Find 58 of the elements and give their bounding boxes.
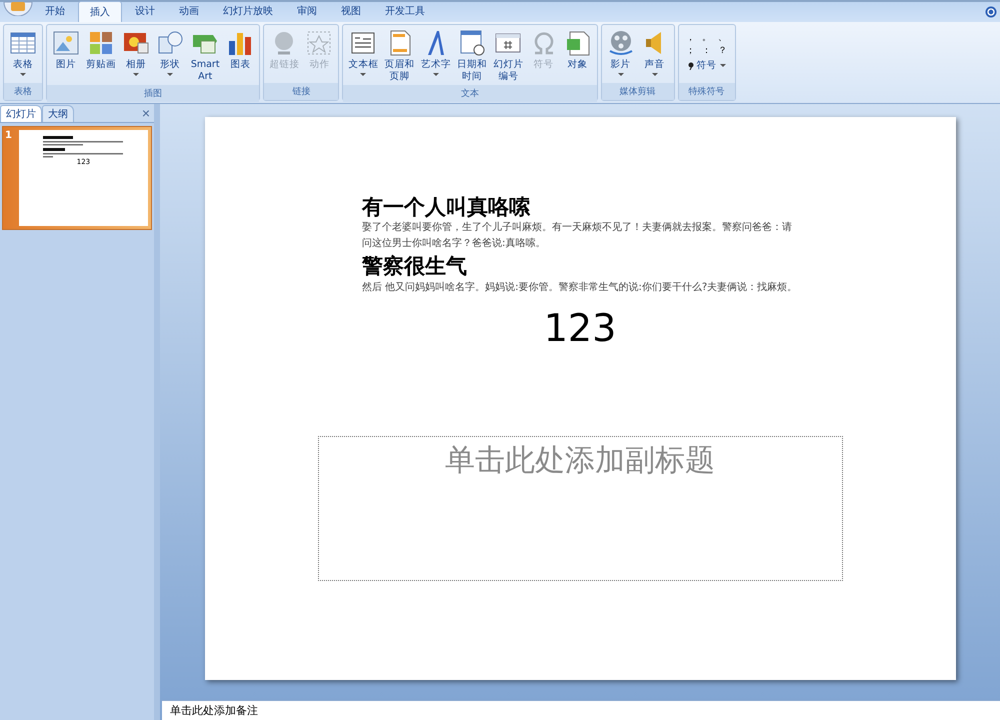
symbol-button[interactable]: 、 <box>714 31 731 44</box>
slide-heading: 有一个人叫真咯嗦 <box>362 193 531 220</box>
picture-icon <box>52 29 80 57</box>
notes-field[interactable]: 单击此处添加备注 <box>162 700 1000 720</box>
symbol-button[interactable]: ； <box>682 44 699 57</box>
panel-tab[interactable]: 大纲 <box>42 104 74 122</box>
comma-icon <box>688 62 694 70</box>
ribbon-button[interactable]: 幻灯片编号 <box>490 27 527 85</box>
ribbon-button[interactable]: 图表 <box>223 27 258 85</box>
ribbon-button[interactable]: 剪贴画 <box>83 27 119 85</box>
symbol-button[interactable]: 。 <box>698 31 715 44</box>
slide-paragraph: 娶了个老婆叫要你管，生了个儿子叫麻烦。有一天麻烦不见了！夫妻俩就去报案。警察问爸爸：请问这位男士你叫啥名字？爸爸说:真咯嗦。 <box>362 220 793 252</box>
symbol-button[interactable]: ？ <box>714 44 731 57</box>
ribbon-button[interactable]: 形状 <box>153 27 187 85</box>
ribbon-tab[interactable]: 动画 <box>168 1 210 22</box>
ribbon-button[interactable]: 声音 <box>638 27 672 83</box>
ribbon-tab[interactable]: 开始 <box>34 1 76 22</box>
group-label: 链接 <box>264 83 338 100</box>
ribbon-button[interactable]: SmartArt <box>187 27 224 85</box>
action-icon <box>305 29 334 57</box>
ribbon-tab[interactable]: 插入 <box>78 1 122 22</box>
slide-number-text: 123 <box>544 306 616 350</box>
caret-icon <box>720 64 726 68</box>
caret-icon <box>133 72 139 77</box>
slide-number: 1 <box>4 130 13 143</box>
ribbon-button[interactable]: 影片 <box>604 27 638 83</box>
caret-icon <box>167 72 173 77</box>
panel-tab[interactable]: 幻灯片 <box>0 104 42 122</box>
ribbon-button[interactable]: 相册 <box>119 27 153 85</box>
ribbon-tab[interactable]: 幻灯片放映 <box>212 1 284 22</box>
ribbon-button[interactable]: 日期和时间 <box>454 27 490 85</box>
caret-icon <box>618 72 624 77</box>
ribbon-button[interactable]: 页眉和页脚 <box>381 27 418 85</box>
slide-heading: 警察很生气 <box>362 252 468 280</box>
caret-icon <box>432 72 439 77</box>
ribbon-tab[interactable]: 开发工具 <box>374 1 436 22</box>
group-label: 表格 <box>4 83 42 100</box>
slide-paragraph: 然后 他又问妈妈叫啥名字。妈妈说:要你管。警察非常生气的说:你们要干什么?夫妻俩说：找麻烦。 <box>362 280 798 295</box>
group-label: 特殊符号 <box>678 83 735 100</box>
caret-icon <box>20 72 26 77</box>
group-label: 插图 <box>47 84 260 102</box>
symbol-menu-button[interactable]: 符号 <box>686 57 728 74</box>
symbol-button[interactable]: ： <box>698 44 715 57</box>
group-label: 文本 <box>343 84 597 102</box>
ribbon-button[interactable]: 对象 <box>560 27 595 85</box>
close-button[interactable]: × <box>138 105 154 121</box>
ribbon-button[interactable]: 图片 <box>49 27 83 85</box>
ribbon-tab[interactable]: 视图 <box>330 1 372 22</box>
ribbon-tab[interactable]: 设计 <box>124 1 166 22</box>
ribbon-tab[interactable]: 审阅 <box>286 1 328 22</box>
symbol-button[interactable]: ， <box>682 31 699 44</box>
group-label: 媒体剪辑 <box>602 83 674 100</box>
caret-icon <box>360 72 366 77</box>
caret-icon <box>652 72 658 77</box>
ribbon-button[interactable]: 表格 <box>6 27 40 83</box>
ribbon-button[interactable]: 艺术字 <box>418 27 454 85</box>
help-icon[interactable] <box>985 6 997 18</box>
ribbon-button[interactable]: 文本框 <box>345 27 382 85</box>
